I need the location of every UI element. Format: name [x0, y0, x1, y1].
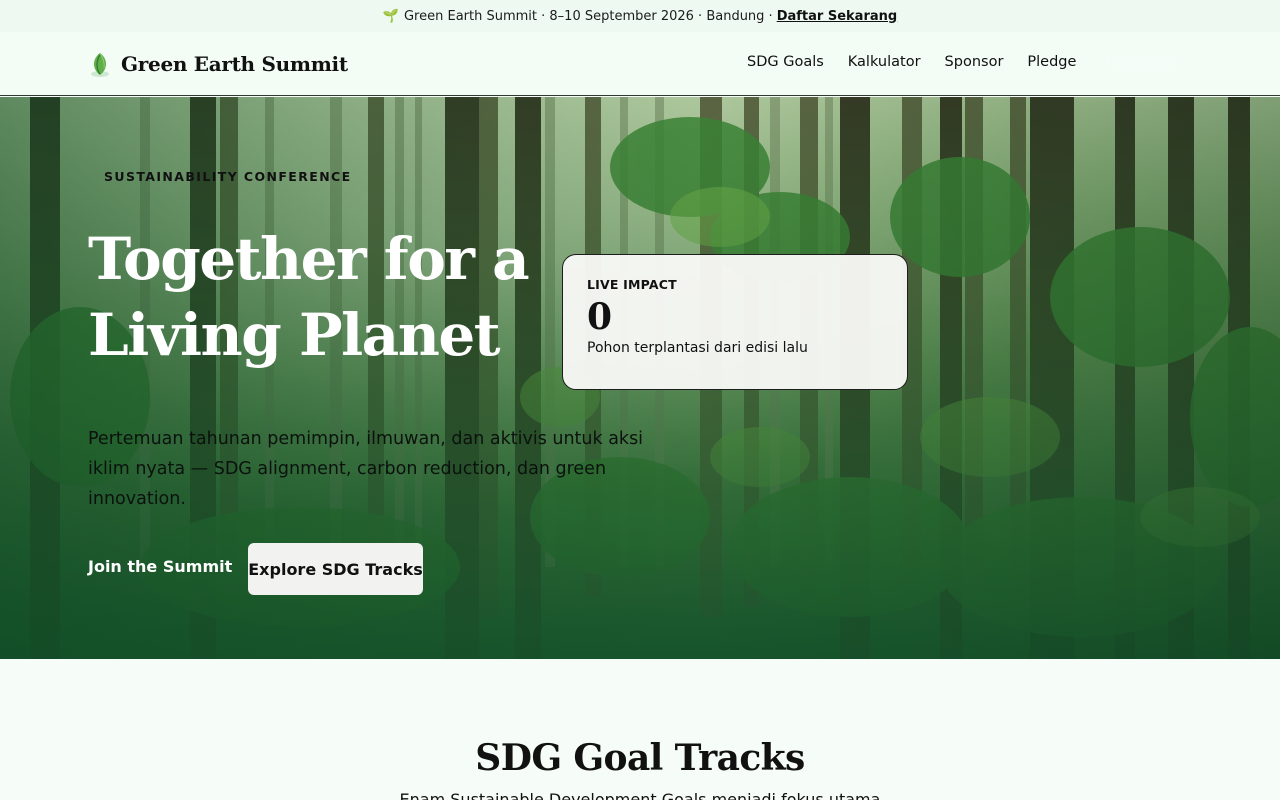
hero-headline: Together for a Living Planet	[88, 221, 530, 373]
nav-link-sdg-goals[interactable]: SDG Goals	[747, 54, 824, 70]
headline-line-2: Living Planet	[88, 301, 501, 369]
brand[interactable]: Green Earth Summit	[88, 49, 348, 79]
brand-name: Green Earth Summit	[121, 52, 348, 76]
sdg-section-title: SDG Goal Tracks	[475, 737, 805, 779]
join-summit-button[interactable]: Join the Summit	[88, 557, 232, 576]
nav-link-pledge[interactable]: Pledge	[1027, 54, 1076, 70]
hero-eyebrow: SUSTAINABILITY CONFERENCE	[104, 169, 352, 184]
sprout-icon: 🌱	[382, 8, 399, 24]
nav-link-kalkulator[interactable]: Kalkulator	[848, 54, 921, 70]
announcement-text: Green Earth Summit · 8–10 September 2026…	[403, 8, 773, 24]
register-button[interactable]: Registrasi	[1106, 54, 1177, 70]
hero: SUSTAINABILITY CONFERENCE Together for a…	[0, 97, 1280, 659]
impact-counter: 0	[587, 296, 613, 338]
announcement-bar: 🌱 Green Earth Summit · 8–10 September 20…	[0, 0, 1280, 32]
impact-description: Pohon terplantasi dari edisi lalu	[587, 340, 808, 356]
explore-sdg-tracks-button[interactable]: Explore SDG Tracks	[248, 543, 423, 595]
headline-line-1: Together for a	[88, 225, 530, 293]
leaf-icon	[91, 52, 109, 77]
navbar: Green Earth Summit SDG Goals Kalkulator …	[0, 32, 1280, 96]
impact-label: LIVE IMPACT	[587, 277, 677, 292]
register-now-link[interactable]: Daftar Sekarang	[777, 9, 898, 24]
live-impact-card: LIVE IMPACT 0 Pohon terplantasi dari edi…	[562, 254, 908, 390]
nav-links: SDG Goals Kalkulator Sponsor Pledge	[747, 54, 1100, 70]
nav-link-sponsor[interactable]: Sponsor	[945, 54, 1004, 70]
sdg-section-subtitle: Enam Sustainable Development Goals menja…	[399, 790, 881, 800]
hero-description: Pertemuan tahunan pemimpin, ilmuwan, dan…	[88, 429, 644, 509]
